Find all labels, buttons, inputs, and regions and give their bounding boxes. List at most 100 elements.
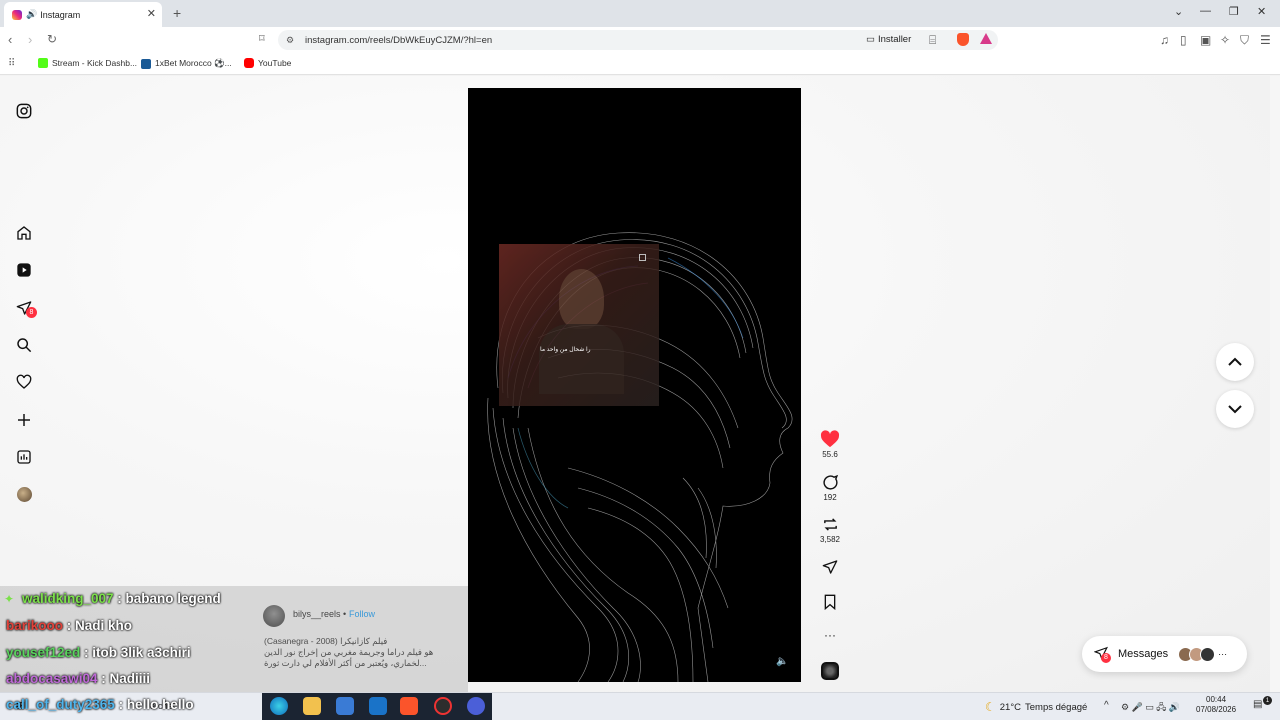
- vpn-icon[interactable]: ⛉: [1240, 33, 1249, 48]
- chat-message: call_of_duty2365 : hello hello: [6, 697, 194, 712]
- new-tab-icon[interactable]: +: [173, 5, 181, 21]
- chevron-up-icon[interactable]: ^: [1104, 700, 1109, 711]
- chat-separator: :: [63, 618, 76, 633]
- brave-shield-icon[interactable]: [957, 33, 969, 46]
- chat-username: call_of_duty2365: [6, 697, 115, 712]
- back-icon[interactable]: ‹: [8, 32, 12, 47]
- install-app-button[interactable]: ▭ Installer: [866, 34, 911, 45]
- chat-separator: :: [113, 591, 126, 606]
- weather-desc: Temps dégagé: [1025, 701, 1088, 713]
- kick-icon: [38, 58, 48, 68]
- wallet-icon[interactable]: ▣: [1200, 33, 1211, 47]
- clock-date: 07/08/2026: [1196, 705, 1237, 714]
- moon-icon: ☾: [985, 700, 996, 714]
- scrollbar[interactable]: [1270, 76, 1280, 692]
- chat-separator: :: [114, 697, 127, 712]
- comment-count: 192: [823, 493, 837, 502]
- maximize-icon[interactable]: ❐: [1229, 5, 1239, 18]
- chat-username: barikooo: [6, 618, 64, 633]
- edge-icon[interactable]: [270, 697, 288, 715]
- translate-icon[interactable]: ⌸: [929, 33, 936, 48]
- heart-icon[interactable]: [14, 372, 34, 392]
- bookmark-1xbet[interactable]: 1xBet Morocco ⚽...: [141, 58, 232, 69]
- home-icon[interactable]: [14, 223, 34, 243]
- chat-username: abdocasawi04: [6, 671, 98, 686]
- like-button[interactable]: 55.6: [815, 430, 845, 459]
- bookmark-icon[interactable]: ⌑: [259, 32, 265, 45]
- share-button[interactable]: [815, 559, 845, 577]
- audio-thumbnail[interactable]: [821, 662, 839, 680]
- video-thumbnail: [499, 244, 659, 406]
- leo-ai-icon[interactable]: ✧: [1220, 33, 1230, 47]
- media-icon[interactable]: ♫: [1160, 33, 1169, 47]
- apps-icon[interactable]: ⠿: [8, 58, 15, 69]
- chat-text: hello hello: [126, 697, 194, 712]
- more-avatars-icon: ···: [1218, 649, 1228, 659]
- bookmark-label: Stream - Kick Dashb...: [52, 58, 138, 68]
- menu-icon[interactable]: ☰: [1260, 33, 1271, 47]
- minimize-icon[interactable]: —: [1200, 5, 1211, 17]
- weather-widget[interactable]: ☾ 21°C Temps dégagé: [985, 700, 1087, 714]
- sidebar-toggle-icon[interactable]: ▯: [1180, 33, 1187, 47]
- person-body: [539, 324, 624, 394]
- tab-strip: [0, 0, 1280, 27]
- obs-icon[interactable]: [434, 697, 452, 715]
- chevron-up-icon: [1228, 357, 1242, 366]
- speaker-icon: 🔊: [26, 9, 38, 19]
- comment-button[interactable]: 192: [815, 474, 845, 502]
- volume-icon[interactable]: 🔈: [776, 656, 788, 667]
- reels-icon[interactable]: [14, 260, 34, 280]
- chat-badge-icon: ✦: [4, 592, 15, 606]
- file-explorer-icon[interactable]: [303, 697, 321, 715]
- chat-message: yousef12ed : itob 3lik a3chiri: [6, 645, 191, 660]
- chat-message: barikooo : Nadi kho: [6, 618, 132, 633]
- repost-button[interactable]: 3,582: [815, 516, 845, 544]
- chat-text: Nadiiii: [109, 671, 151, 686]
- tab-close-icon[interactable]: ✕: [147, 7, 156, 20]
- tab-instagram[interactable]: 🔊 Instagram ✕: [4, 2, 162, 27]
- create-icon[interactable]: [14, 410, 34, 430]
- video-caption: را شحال من واحد ما: [540, 347, 591, 353]
- search-icon[interactable]: [14, 335, 34, 355]
- repost-count: 3,582: [819, 535, 841, 544]
- like-count: 55.6: [822, 450, 838, 459]
- url-text[interactable]: instagram.com/reels/DbWkEuyCJZM/?hl=en: [305, 35, 492, 46]
- notification-center-icon[interactable]: ▤: [1253, 699, 1262, 710]
- instagram-logo-icon[interactable]: [14, 101, 34, 121]
- more-options-icon[interactable]: ···: [815, 628, 845, 642]
- install-label: Installer: [877, 34, 912, 45]
- mail-icon[interactable]: [369, 697, 387, 715]
- system-tray-icons[interactable]: ⚙ 🎤 ▭ 🖧 🔊: [1121, 700, 1180, 716]
- notification-count-badge: 1: [1263, 696, 1272, 705]
- site-settings-icon[interactable]: ⚙: [286, 35, 294, 46]
- weather-temp: 21°C: [999, 701, 1021, 713]
- discord-icon[interactable]: [467, 697, 485, 715]
- chat-text: itob 3lik a3chiri: [92, 645, 191, 660]
- pip-icon[interactable]: [639, 254, 646, 261]
- chat-separator: :: [80, 645, 93, 660]
- save-button[interactable]: [815, 594, 845, 612]
- chat-username: yousef12ed: [6, 645, 81, 660]
- next-reel-button[interactable]: [1216, 390, 1254, 428]
- forward-icon[interactable]: ›: [28, 32, 32, 47]
- taskbar-clock[interactable]: 00:44 07/08/2026: [1196, 695, 1236, 715]
- bookmark-youtube[interactable]: YouTube: [244, 58, 291, 68]
- profile-avatar[interactable]: [17, 487, 32, 502]
- chat-text: Nadi kho: [75, 618, 133, 633]
- tab-list-icon[interactable]: ⌄: [1174, 5, 1183, 18]
- chevron-down-icon: [1228, 405, 1242, 414]
- chat-username: walidking_007: [22, 591, 114, 606]
- store-icon[interactable]: [336, 697, 354, 715]
- bookmark-kick[interactable]: Stream - Kick Dashb...: [38, 58, 137, 68]
- brave-icon[interactable]: [400, 697, 418, 715]
- dashboard-icon[interactable]: [14, 447, 34, 467]
- messages-button[interactable]: 8 Messages ···: [1082, 636, 1247, 672]
- previous-reel-button[interactable]: [1216, 343, 1254, 381]
- install-icon: ▭: [866, 34, 875, 45]
- bookmark-label: YouTube: [258, 58, 292, 68]
- chat-text: babano legend: [125, 591, 221, 606]
- close-window-icon[interactable]: ✕: [1257, 5, 1266, 18]
- brave-rewards-icon[interactable]: [980, 33, 992, 44]
- reload-icon[interactable]: ↻: [47, 32, 57, 46]
- tab-title: Instagram: [40, 9, 81, 20]
